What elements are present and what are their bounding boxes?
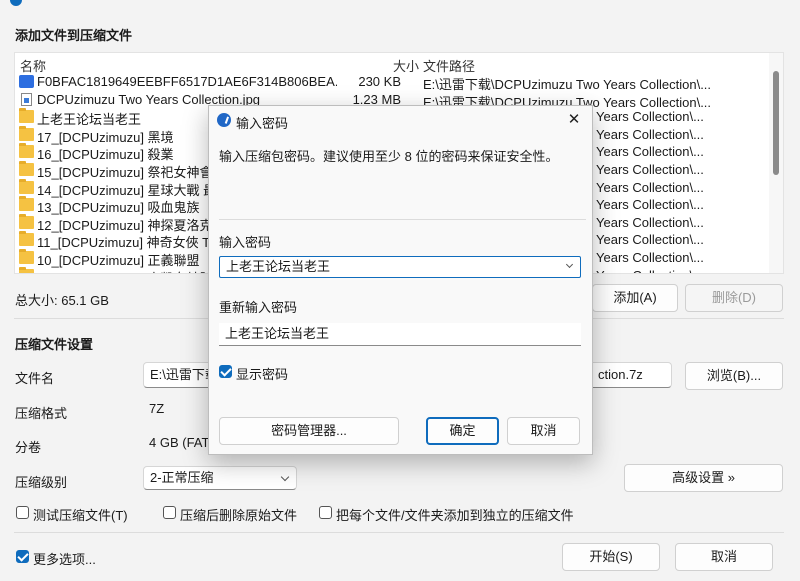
dialog-app-icon — [217, 113, 231, 127]
chevron-down-icon[interactable] — [565, 260, 574, 269]
add-files-heading: 添加文件到压缩文件 — [15, 28, 133, 43]
window-top-edge — [0, 0, 800, 8]
file-name: F0BFAC1819649EEBFF6517D1AE6F314B806BEA..… — [37, 74, 337, 89]
delete-after-checkbox[interactable] — [163, 506, 176, 519]
chevron-down-icon — [280, 472, 290, 482]
file-name: 09_[DCPUzimuzu] 高凯女蚌骸 — [37, 268, 213, 273]
separate-archives-checkbox[interactable] — [319, 506, 332, 519]
folder-icon — [19, 178, 34, 194]
scrollbar-thumb[interactable] — [773, 71, 779, 175]
file-path: Years Collection\... — [596, 144, 704, 160]
filename-value-right: ction.7z — [598, 367, 643, 382]
level-select[interactable]: 2-正常压缩 — [143, 466, 297, 490]
level-label: 压缩级别 — [15, 475, 68, 490]
table-row[interactable]: F0BFAC1819649EEBFF6517D1AE6F314B806BEA..… — [15, 73, 769, 92]
folder-icon — [19, 213, 34, 229]
level-value: 2-正常压缩 — [150, 470, 214, 485]
file-path: Years Collection\... — [596, 109, 704, 125]
separate-archives-label: 把每个文件/文件夹添加到独立的压缩文件 — [336, 508, 574, 523]
reenter-password-input[interactable]: 上老王论坛当老王 — [219, 323, 581, 346]
format-label: 压缩格式 — [15, 406, 68, 421]
dialog-title: 输入密码 — [236, 116, 289, 131]
reenter-password-label: 重新输入密码 — [219, 300, 298, 315]
volume-label: 分卷 — [15, 440, 42, 455]
reenter-password-value: 上老王论坛当老王 — [225, 326, 330, 341]
folder-icon — [19, 125, 34, 141]
file-size: 230 KB — [358, 74, 401, 89]
compression-settings-heading: 压缩文件设置 — [15, 337, 94, 352]
show-password-label: 显示密码 — [236, 367, 289, 382]
footer-divider — [14, 532, 784, 533]
ok-button[interactable]: 确定 — [426, 417, 499, 445]
start-button[interactable]: 开始(S) — [562, 543, 660, 571]
file-list-header: 名称 大小 文件路径 — [15, 53, 769, 74]
password-dialog: 输入密码 ✕ 输入压缩包密码。建议使用至少 8 位的密码来保证安全性。 输入密码… — [208, 105, 593, 455]
cancel-button[interactable]: 取消 — [675, 543, 773, 571]
show-password-checkbox[interactable] — [219, 365, 232, 378]
test-archive-label: 测试压缩文件(T) — [33, 508, 128, 523]
filename-label: 文件名 — [15, 371, 55, 386]
close-icon[interactable]: ✕ — [564, 110, 584, 130]
password-manager-button[interactable]: 密码管理器... — [219, 417, 399, 445]
password-value: 上老王论坛当老王 — [226, 259, 331, 274]
browse-button[interactable]: 浏览(B)... — [685, 362, 783, 390]
folder-icon — [19, 160, 34, 176]
folder-icon — [19, 196, 34, 212]
test-archive-checkbox[interactable] — [16, 506, 29, 519]
folder-icon — [19, 143, 34, 159]
password-input[interactable]: 上老王论坛当老王 — [219, 256, 581, 278]
file-path: Years Collection\... — [596, 268, 704, 273]
app-icon — [10, 0, 22, 6]
dialog-divider — [219, 219, 586, 220]
add-button[interactable]: 添加(A) — [592, 284, 678, 312]
file-list-scrollbar[interactable] — [769, 53, 783, 273]
file-path: Years Collection\... — [596, 232, 704, 248]
advanced-settings-button[interactable]: 高级设置 » — [624, 464, 783, 492]
app-icon — [19, 75, 34, 88]
file-path: Years Collection\... — [596, 161, 704, 177]
file-path: Years Collection\... — [596, 126, 704, 142]
volume-value: 4 GB (FAT — [149, 435, 210, 450]
password-label: 输入密码 — [219, 235, 272, 250]
folder-icon — [19, 231, 34, 247]
more-options-label: 更多选项... — [33, 552, 96, 567]
delete-button[interactable]: 删除(D) — [685, 284, 783, 312]
dialog-description: 输入压缩包密码。建议使用至少 8 位的密码来保证安全性。 — [219, 149, 559, 164]
file-path: Years Collection\... — [596, 249, 704, 265]
folder-icon — [19, 248, 34, 264]
file-path: Years Collection\... — [596, 197, 704, 213]
dialog-cancel-button[interactable]: 取消 — [507, 417, 580, 445]
file-path: Years Collection\... — [596, 179, 704, 195]
dialog-titlebar[interactable]: 输入密码 ✕ — [209, 106, 592, 134]
total-size-text: 总大小: 65.1 GB — [15, 293, 109, 308]
filename-field-tail[interactable]: ction.7z — [592, 362, 672, 388]
file-path: Years Collection\... — [596, 214, 704, 230]
image-file-icon — [21, 92, 32, 106]
format-value: 7Z — [149, 401, 165, 416]
more-options-checkbox[interactable] — [16, 550, 29, 563]
folder-icon — [19, 108, 34, 124]
delete-after-label: 压缩后删除原始文件 — [180, 508, 298, 523]
folder-icon — [19, 266, 34, 273]
